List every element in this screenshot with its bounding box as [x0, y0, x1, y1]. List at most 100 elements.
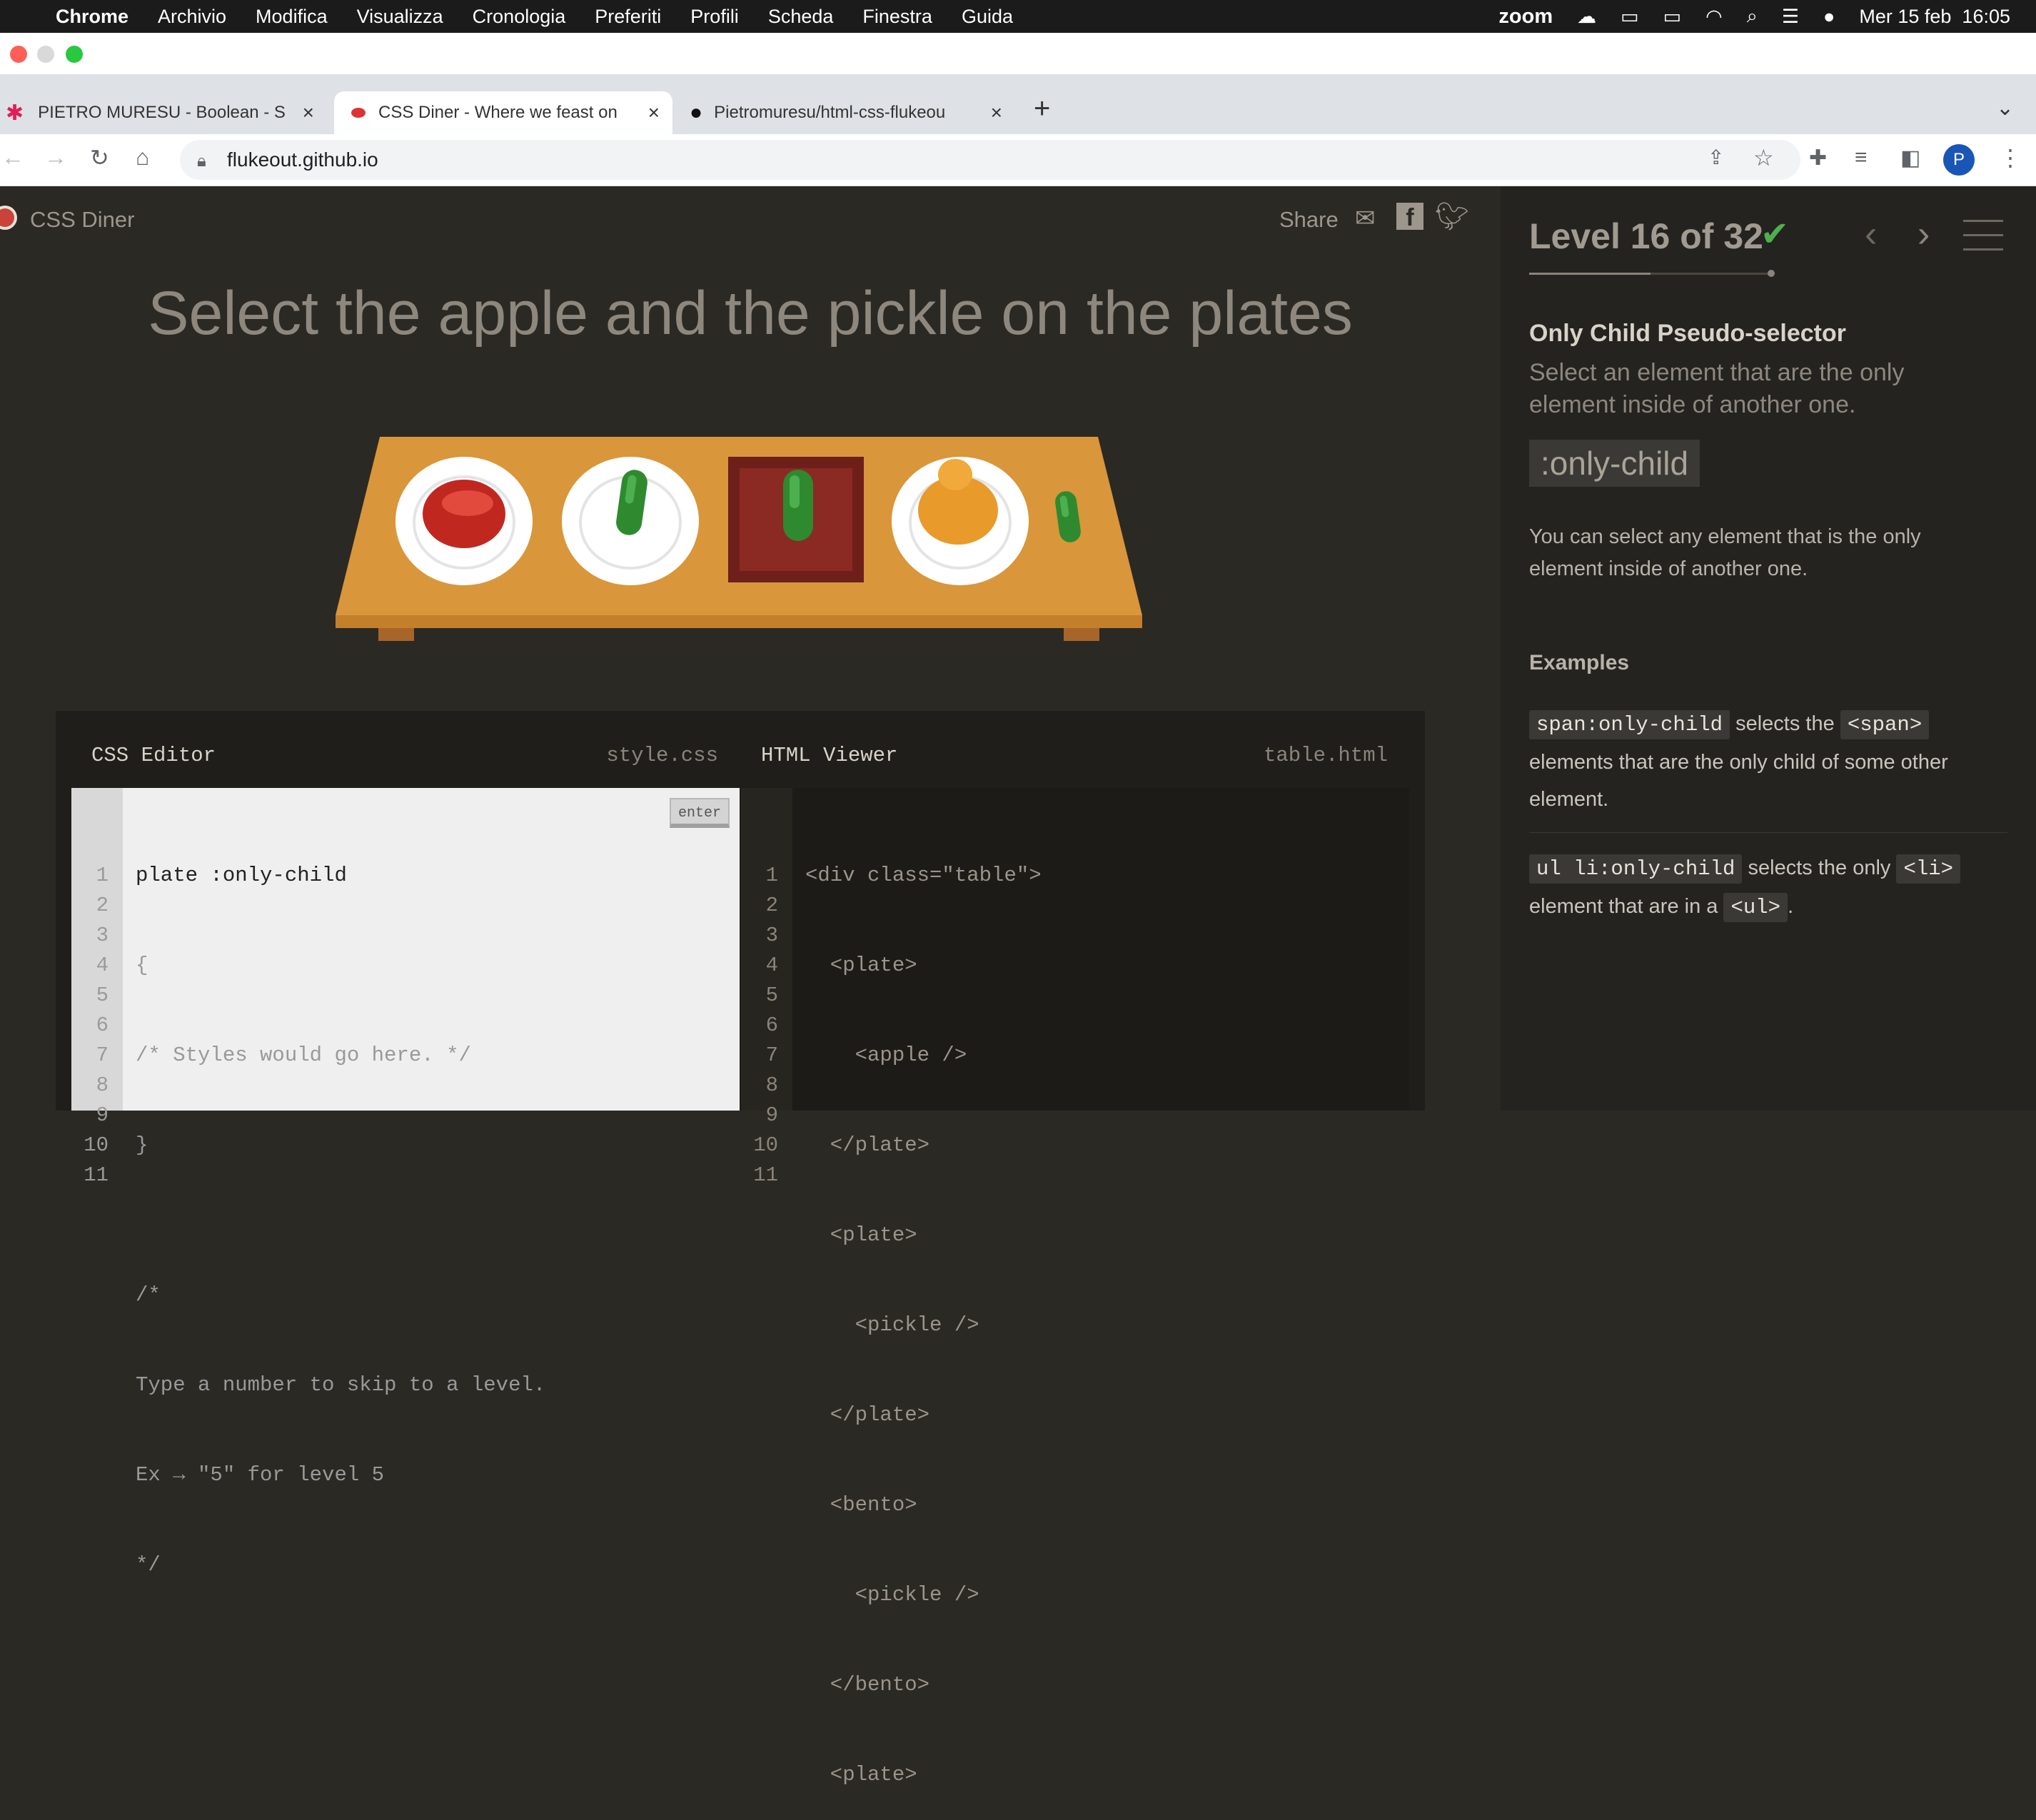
- address-bar[interactable]: [180, 140, 1800, 180]
- level-instruction: Select the apple and the pickle on the p…: [148, 279, 1353, 348]
- tab-title: PIETRO MURESU - Boolean - S: [38, 103, 286, 122]
- siri-icon[interactable]: ●: [1823, 6, 1835, 28]
- tab-title: CSS Diner - Where we feast on: [378, 103, 618, 122]
- plate-with-pickle[interactable]: [562, 457, 699, 585]
- html-line[interactable]: </bento>: [805, 1670, 1042, 1700]
- facebook-share-icon[interactable]: f: [1396, 203, 1423, 231]
- extensions-icon[interactable]: ✚: [1809, 146, 1827, 171]
- menu-cronologia[interactable]: Cronologia: [473, 6, 566, 28]
- example-code: <span>: [1840, 710, 1930, 739]
- html-viewer-header: HTML Viewer table.html: [741, 727, 1409, 787]
- close-window-button[interactable]: [10, 46, 27, 63]
- examples-title: Examples: [1529, 651, 1630, 674]
- share-label: Share: [1279, 207, 1339, 232]
- example-code: <ul>: [1723, 893, 1788, 922]
- html-line[interactable]: <apple />: [805, 1041, 1042, 1071]
- chrome-menu-icon[interactable]: ⋮: [1999, 144, 2022, 171]
- menu-profili[interactable]: Profili: [690, 6, 739, 28]
- example-2: ul li:only-child selects the only <li> e…: [1529, 849, 2015, 926]
- slack-icon: ✱: [6, 101, 24, 125]
- share-page-icon[interactable]: ⇪: [1708, 146, 1724, 169]
- menu-visualizza[interactable]: Visualizza: [357, 6, 443, 28]
- menubar-clock[interactable]: Mer 15 feb 16:05: [1859, 6, 2010, 28]
- display-icon[interactable]: ▭: [1621, 6, 1639, 28]
- tab-github[interactable]: ● Pietromuresu/html-css-flukeou ×: [680, 91, 1015, 134]
- bento-with-pickle[interactable]: [728, 457, 864, 582]
- html-line[interactable]: <plate>: [805, 1220, 1042, 1250]
- example-code: <li>: [1896, 854, 1961, 884]
- bookmark-star-icon[interactable]: ☆: [1753, 144, 1774, 171]
- html-line[interactable]: <div class="table">: [805, 861, 1042, 891]
- zoom-window-button[interactable]: [66, 46, 83, 63]
- html-line[interactable]: </plate>: [805, 1400, 1042, 1430]
- level-progress-dot: [1768, 270, 1775, 277]
- css-diner-logo[interactable]: CSS Diner: [30, 207, 134, 233]
- css-editor-header: CSS Editor style.css: [71, 727, 740, 787]
- minimize-window-button[interactable]: [37, 46, 54, 63]
- evernote-icon[interactable]: ☁: [1577, 6, 1596, 28]
- plate-with-apple[interactable]: [395, 457, 533, 585]
- menu-finestra[interactable]: Finestra: [862, 6, 932, 28]
- selector-description: You can select any element that is the o…: [1529, 525, 1921, 580]
- html-line[interactable]: <bento>: [805, 1490, 1042, 1520]
- email-share-icon[interactable]: ✉: [1355, 204, 1376, 233]
- example-code: ul li:only-child: [1529, 854, 1743, 884]
- menu-app-name[interactable]: Chrome: [56, 6, 128, 28]
- html-line-numbers: 1 2 3 4 5 6 7 8 9 10 11: [753, 864, 778, 1187]
- html-viewer-filename: table.html: [1263, 744, 1388, 767]
- menu-preferiti[interactable]: Preferiti: [595, 6, 661, 28]
- enter-button[interactable]: enter: [670, 798, 730, 828]
- level-menu-icon[interactable]: [1963, 218, 2003, 251]
- css-editor-title: CSS Editor: [91, 744, 216, 767]
- examples-divider: [1529, 832, 2007, 833]
- table-edge: [336, 615, 1142, 628]
- level-progress-track: [1529, 273, 1772, 275]
- url-text[interactable]: flukeout.github.io: [227, 148, 378, 171]
- menu-modifica[interactable]: Modifica: [256, 6, 328, 28]
- html-line[interactable]: <pickle />: [805, 1310, 1042, 1340]
- level-indicator: Level 16 of 32: [1529, 216, 1763, 256]
- example-1: span:only-child selects the <span> eleme…: [1529, 705, 2015, 818]
- css-code-lines: plate :only-child { /* Styles would go h…: [136, 801, 545, 1730]
- media-controls-icon[interactable]: ≡: [1855, 146, 1868, 170]
- tab-slack[interactable]: ✱ PIETRO MURESU - Boolean - S ×: [0, 91, 327, 134]
- html-line[interactable]: <pickle />: [805, 1580, 1042, 1610]
- battery-icon[interactable]: ▭: [1663, 6, 1682, 28]
- selector-summary: Select an element that are the only elem…: [1529, 359, 1905, 418]
- new-tab-button[interactable]: +: [1034, 93, 1050, 125]
- home-icon[interactable]: ⌂: [136, 144, 149, 171]
- menu-scheda[interactable]: Scheda: [768, 6, 834, 28]
- control-center-icon[interactable]: ☰: [1782, 6, 1799, 28]
- close-tab-icon[interactable]: ×: [991, 101, 1002, 124]
- menu-archivio[interactable]: Archivio: [158, 6, 226, 28]
- zoom-status-icon[interactable]: zoom: [1498, 5, 1553, 29]
- side-panel-icon[interactable]: ◧: [1900, 146, 1920, 171]
- html-line[interactable]: </plate>: [805, 1131, 1042, 1161]
- tab-search-chevron-icon[interactable]: ⌄: [1996, 96, 2014, 121]
- html-line[interactable]: <plate>: [805, 1760, 1042, 1790]
- wifi-icon[interactable]: ◠: [1705, 6, 1723, 28]
- tab-css-diner[interactable]: CSS Diner - Where we feast on ×: [334, 91, 672, 134]
- css-input-line[interactable]: plate :only-child: [136, 861, 545, 891]
- next-level-icon[interactable]: ›: [1917, 213, 1930, 256]
- twitter-share-icon[interactable]: 🐦︎: [1435, 201, 1469, 233]
- profile-avatar[interactable]: P: [1943, 144, 1975, 176]
- back-icon[interactable]: ←: [1, 144, 24, 171]
- css-diner-favicon-icon: [351, 108, 366, 118]
- html-line[interactable]: <plate>: [805, 951, 1042, 981]
- previous-level-icon[interactable]: ‹: [1865, 213, 1877, 256]
- plate-with-orange[interactable]: [892, 457, 1029, 585]
- reload-icon[interactable]: ↻: [90, 144, 109, 171]
- spotlight-search-icon[interactable]: ⌕: [1747, 5, 1758, 28]
- lock-icon[interactable]: 🔒︎: [197, 151, 206, 171]
- css-line-numbers: 1 2 3 4 5 6 7 8 9 10 11: [84, 864, 109, 1187]
- window-titlebar: [0, 33, 2036, 74]
- selector-name: Only Child Pseudo-selector: [1529, 320, 1846, 347]
- close-tab-icon[interactable]: ×: [303, 101, 314, 124]
- close-tab-icon[interactable]: ×: [648, 101, 660, 124]
- tab-title: Pietromuresu/html-css-flukeou: [714, 103, 946, 122]
- menu-guida[interactable]: Guida: [962, 6, 1013, 28]
- level-complete-check-icon: ✔: [1760, 216, 1790, 253]
- forward-icon[interactable]: →: [44, 144, 67, 171]
- example-code: span:only-child: [1529, 710, 1730, 739]
